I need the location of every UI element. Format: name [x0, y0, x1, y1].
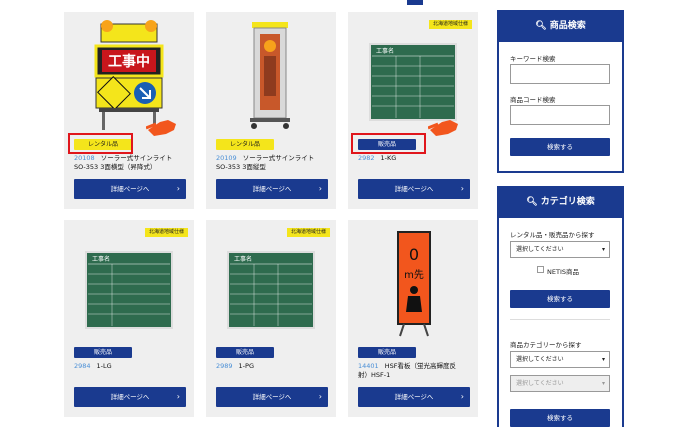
- product-card: 0 m先 販売品 14401 HSF看板（蛍光高輝度反 射）HSF-1 詳細ページ…: [348, 220, 478, 417]
- detail-page-button[interactable]: 詳細ページへ ›: [74, 179, 186, 199]
- detail-button-label: 詳細ページへ: [252, 393, 292, 401]
- detail-button-label: 詳細ページへ: [394, 393, 434, 401]
- highlight-box-sale: [351, 133, 426, 154]
- chevron-right-icon: ›: [318, 392, 322, 401]
- category-search-body: レンタル品・販売品から探す 選択してください ▾ NETIS商品 検索する 商品カ…: [499, 218, 622, 427]
- chevron-right-icon: ›: [460, 392, 464, 401]
- detail-page-button[interactable]: 詳細ページへ ›: [216, 179, 328, 199]
- sign-text: 工事中: [108, 53, 150, 70]
- product-title-line: 20108 ソーラー式サインライト: [74, 154, 172, 163]
- chevron-down-icon: ▾: [601, 356, 605, 363]
- product-name-2: 射）HSF-1: [358, 371, 391, 379]
- product-title-line: 14401 HSF看板（蛍光高輝度反: [358, 362, 456, 371]
- product-search-button[interactable]: 検索する: [510, 138, 610, 156]
- product-name: HSF看板（蛍光高輝度反: [384, 362, 456, 370]
- product-title-line: 20109 ソーラー式サインライト: [216, 154, 314, 163]
- page: 工事中 レンタル品 20108 ソーラー式サインライト SO-353 3面横型（昇…: [0, 0, 683, 427]
- product-name-2: SO-353 3面縦型: [216, 163, 266, 171]
- product-image-board: 工事名: [85, 251, 173, 329]
- subcategory-select[interactable]: 選択してください ▾: [510, 375, 610, 392]
- chevron-down-icon: ▾: [601, 246, 605, 253]
- select-value: 選択してください: [516, 246, 564, 253]
- sale-badge: 販売品: [216, 347, 274, 358]
- product-title-line: 2982 1-KG: [358, 154, 396, 163]
- pointing-hand-icon: [428, 120, 458, 136]
- chevron-down-icon: ▾: [601, 380, 605, 387]
- orange-sign-number: 0: [409, 245, 419, 264]
- product-title-line: 2989 1-PG: [216, 362, 254, 371]
- rental-sale-select[interactable]: 選択してください ▾: [510, 241, 610, 258]
- detail-page-button[interactable]: 詳細ページへ ›: [216, 387, 328, 407]
- product-code-link[interactable]: 14401: [358, 362, 379, 370]
- product-code-label: 商品コード検索: [510, 96, 556, 104]
- product-search-panel: 🔍︎ 商品検索 キーワード検索 商品コード検索 検索する: [497, 10, 624, 173]
- product-image-board: 工事名: [227, 251, 315, 329]
- detail-page-button[interactable]: 詳細ページへ ›: [74, 387, 186, 407]
- product-code-link[interactable]: 2982: [358, 154, 375, 162]
- product-card: 北海道地域仕様 工事名 販売品 2984 1-LG 詳細ページへ ›: [64, 220, 194, 417]
- product-search-body: キーワード検索 商品コード検索 検索する: [499, 42, 622, 171]
- product-code-link[interactable]: 2984: [74, 362, 91, 370]
- detail-button-label: 詳細ページへ: [110, 185, 150, 193]
- netis-label: NETIS商品: [547, 268, 579, 276]
- product-search-header: 🔍︎ 商品検索: [497, 10, 624, 42]
- product-name: ソーラー式サインライト: [242, 154, 315, 162]
- detail-page-button[interactable]: 詳細ページへ ›: [358, 179, 470, 199]
- chevron-right-icon: ›: [176, 392, 180, 401]
- scroll-indicator: [407, 0, 423, 5]
- product-code-link[interactable]: 20108: [74, 154, 95, 162]
- chevron-right-icon: ›: [318, 184, 322, 193]
- category-search-button[interactable]: 検索する: [510, 290, 610, 308]
- product-code-link[interactable]: 2989: [216, 362, 233, 370]
- pointing-hand-icon: [146, 120, 176, 136]
- sale-badge: 販売品: [358, 347, 416, 358]
- search-icon: 🔍︎: [535, 21, 550, 31]
- chevron-right-icon: ›: [460, 184, 464, 193]
- keyword-input[interactable]: [510, 64, 610, 84]
- search-icon: 🔍︎: [526, 197, 541, 207]
- svg-text:工事名: 工事名: [234, 255, 252, 263]
- sale-badge: 販売品: [74, 347, 132, 358]
- product-code-link[interactable]: 20109: [216, 154, 237, 162]
- product-name: ソーラー式サインライト: [100, 154, 173, 162]
- rental-sale-label: レンタル品・販売品から探す: [510, 231, 595, 239]
- product-name-2: SO-353 3面横型（昇降式）: [74, 163, 157, 171]
- detail-page-button[interactable]: 詳細ページへ ›: [358, 387, 470, 407]
- product-name: 1-PG: [238, 362, 254, 370]
- select-value: 選択してください: [516, 356, 564, 363]
- divider: [510, 319, 610, 320]
- product-card: 北海道地域仕様 工事名 販売品 2989 1-PG 詳細ページへ ›: [206, 220, 336, 417]
- product-card: レンタル品 20109 ソーラー式サインライト SO-353 3面縦型 詳細ページ…: [206, 12, 336, 209]
- detail-button-label: 詳細ページへ: [110, 393, 150, 401]
- highlight-box-rental: [68, 133, 133, 154]
- product-name: 1-KG: [380, 154, 397, 162]
- product-card: 工事中 レンタル品 20108 ソーラー式サインライト SO-353 3面横型（昇…: [64, 12, 194, 209]
- product-title-line: 2984 1-LG: [74, 362, 112, 371]
- category-label: 商品カテゴリーから探す: [510, 341, 582, 349]
- orange-sign-unit: m先: [404, 269, 424, 281]
- product-card: 北海道地域仕様 工事名 販売品 2982 1-KG 詳細ページへ ›: [348, 12, 478, 209]
- category-search-title: カテゴリ検索: [540, 197, 595, 207]
- keyword-label: キーワード検索: [510, 55, 556, 63]
- rental-badge: レンタル品: [216, 139, 274, 150]
- category-search-panel: 🔍︎ カテゴリ検索 レンタル品・販売品から探す 選択してください ▾ NETIS商…: [497, 186, 624, 427]
- detail-button-label: 詳細ページへ: [394, 185, 434, 193]
- board-title: 工事名: [376, 47, 394, 55]
- category-select[interactable]: 選択してください ▾: [510, 351, 610, 368]
- product-image-signlight-vertical: [250, 22, 290, 129]
- chevron-right-icon: ›: [176, 184, 180, 193]
- netis-checkbox[interactable]: [537, 266, 544, 273]
- product-search-title: 商品検索: [549, 21, 586, 31]
- detail-button-label: 詳細ページへ: [252, 185, 292, 193]
- product-image-orange-sign: 0 m先: [397, 231, 431, 337]
- category-search-header: 🔍︎ カテゴリ検索: [497, 186, 624, 218]
- select-value: 選択してください: [516, 380, 564, 387]
- category-search-button-2[interactable]: 検索する: [510, 409, 610, 427]
- product-name: 1-LG: [96, 362, 112, 370]
- top-strip: [0, 0, 683, 4]
- svg-text:工事名: 工事名: [92, 255, 110, 263]
- product-code-input[interactable]: [510, 105, 610, 125]
